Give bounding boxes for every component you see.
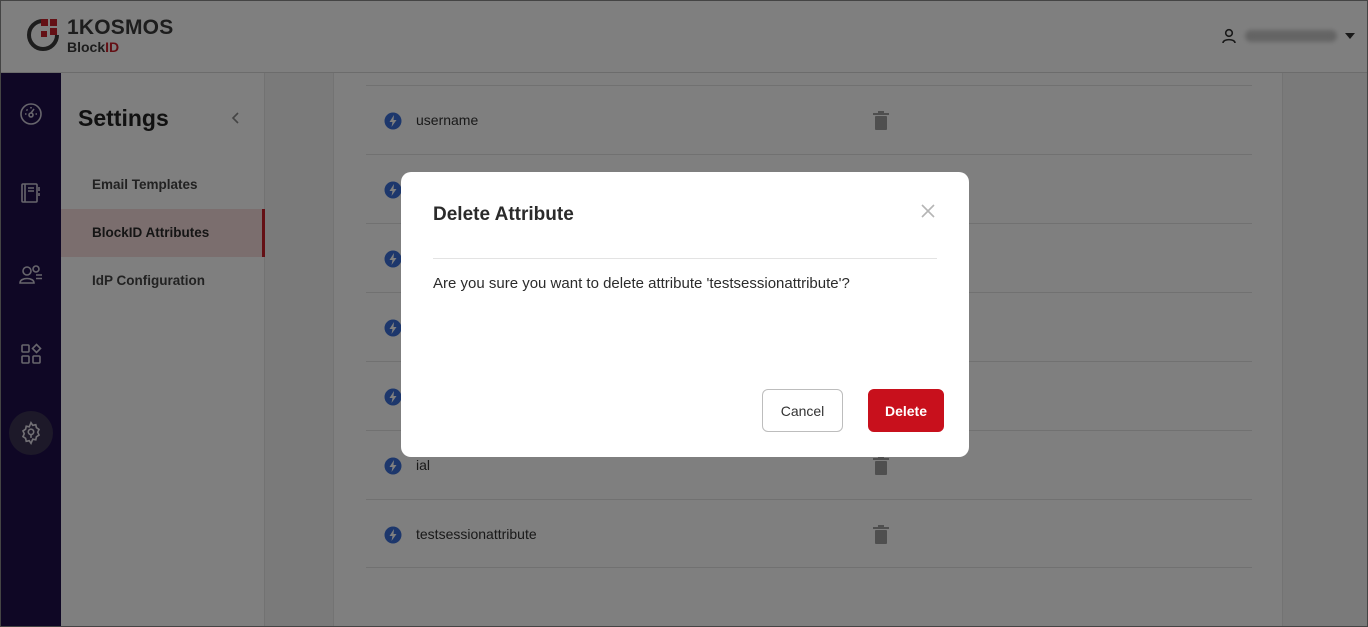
app-window: 1KOSMOS BlockID xyxy=(0,0,1368,627)
close-icon[interactable] xyxy=(919,202,937,220)
dialog-message: Are you sure you want to delete attribut… xyxy=(433,275,850,292)
dialog-divider xyxy=(433,258,937,259)
dialog-title: Delete Attribute xyxy=(433,204,574,225)
delete-button[interactable]: Delete xyxy=(868,389,944,432)
delete-attribute-dialog: Delete Attribute Are you sure you want t… xyxy=(401,172,969,457)
cancel-button[interactable]: Cancel xyxy=(762,389,843,432)
